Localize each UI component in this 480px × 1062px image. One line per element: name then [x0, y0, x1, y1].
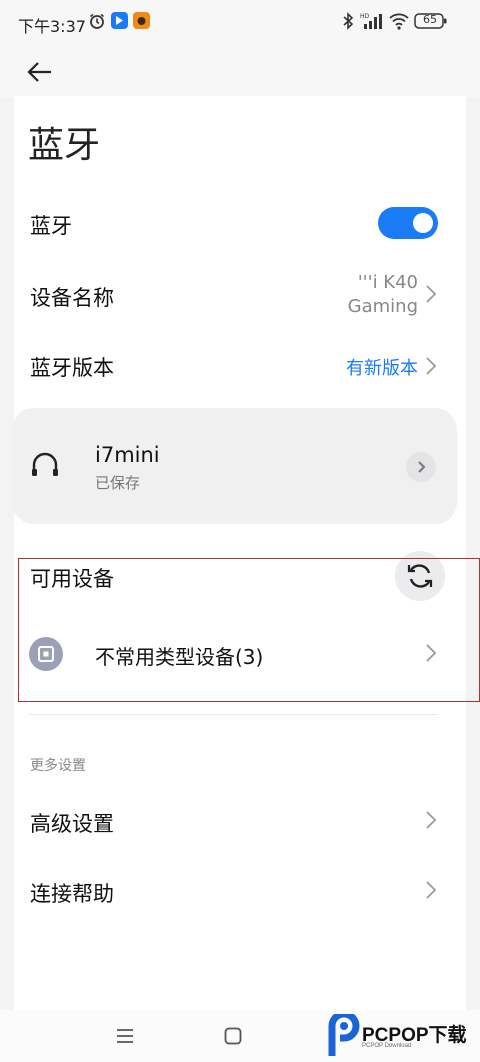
pcpop-logo: PCPOP下载 PCPOP Download	[326, 1014, 476, 1058]
device-name-label: 设备名称	[30, 286, 114, 310]
chevron-right-icon	[425, 810, 437, 835]
home-nav-icon[interactable]	[224, 1027, 242, 1049]
menu-nav-icon[interactable]	[116, 1028, 134, 1048]
alarm-icon	[88, 12, 106, 34]
logo-subtext: PCPOP Download	[362, 1043, 412, 1049]
highlight-box	[18, 558, 480, 702]
toggle-knob	[413, 213, 433, 233]
arrow-left-icon[interactable]	[26, 58, 54, 91]
wifi-icon	[389, 12, 409, 34]
bluetooth-toggle[interactable]	[378, 207, 438, 239]
bt-version-label: 蓝牙版本	[30, 356, 114, 380]
chevron-right-icon	[425, 356, 437, 381]
connection-help-label: 连接帮助	[30, 882, 114, 906]
app-icon-blue	[111, 12, 128, 33]
saved-device-card[interactable]	[12, 408, 457, 524]
chevron-right-icon	[425, 284, 437, 309]
saved-device-name: i7mini	[95, 443, 160, 467]
bluetooth-label: 蓝牙	[30, 214, 72, 238]
battery-icon: 65	[414, 12, 448, 34]
top-bar	[0, 48, 480, 98]
device-details-button[interactable]	[406, 452, 436, 482]
chevron-right-icon	[418, 461, 426, 473]
app-icon-orange	[133, 12, 150, 33]
bluetooth-icon	[342, 12, 354, 34]
page-title: 蓝牙	[28, 125, 101, 166]
bt-version-value: 有新版本	[346, 358, 418, 379]
headphones-icon	[30, 450, 60, 482]
svg-text:HD: HD	[360, 13, 370, 20]
chevron-right-icon	[425, 880, 437, 905]
divider	[28, 714, 438, 715]
saved-device-status: 已保存	[95, 474, 141, 492]
device-name-value-line2: Gaming	[347, 296, 418, 317]
status-bar: 下午3:37 HD 65	[0, 0, 480, 48]
device-name-value-line1: '''i K40	[357, 272, 418, 293]
status-time: 下午3:37	[18, 17, 86, 36]
signal-icon: HD	[360, 12, 382, 34]
advanced-settings-label: 高级设置	[30, 812, 114, 836]
battery-level: 65	[423, 13, 437, 26]
more-settings-section-label: 更多设置	[30, 758, 86, 774]
